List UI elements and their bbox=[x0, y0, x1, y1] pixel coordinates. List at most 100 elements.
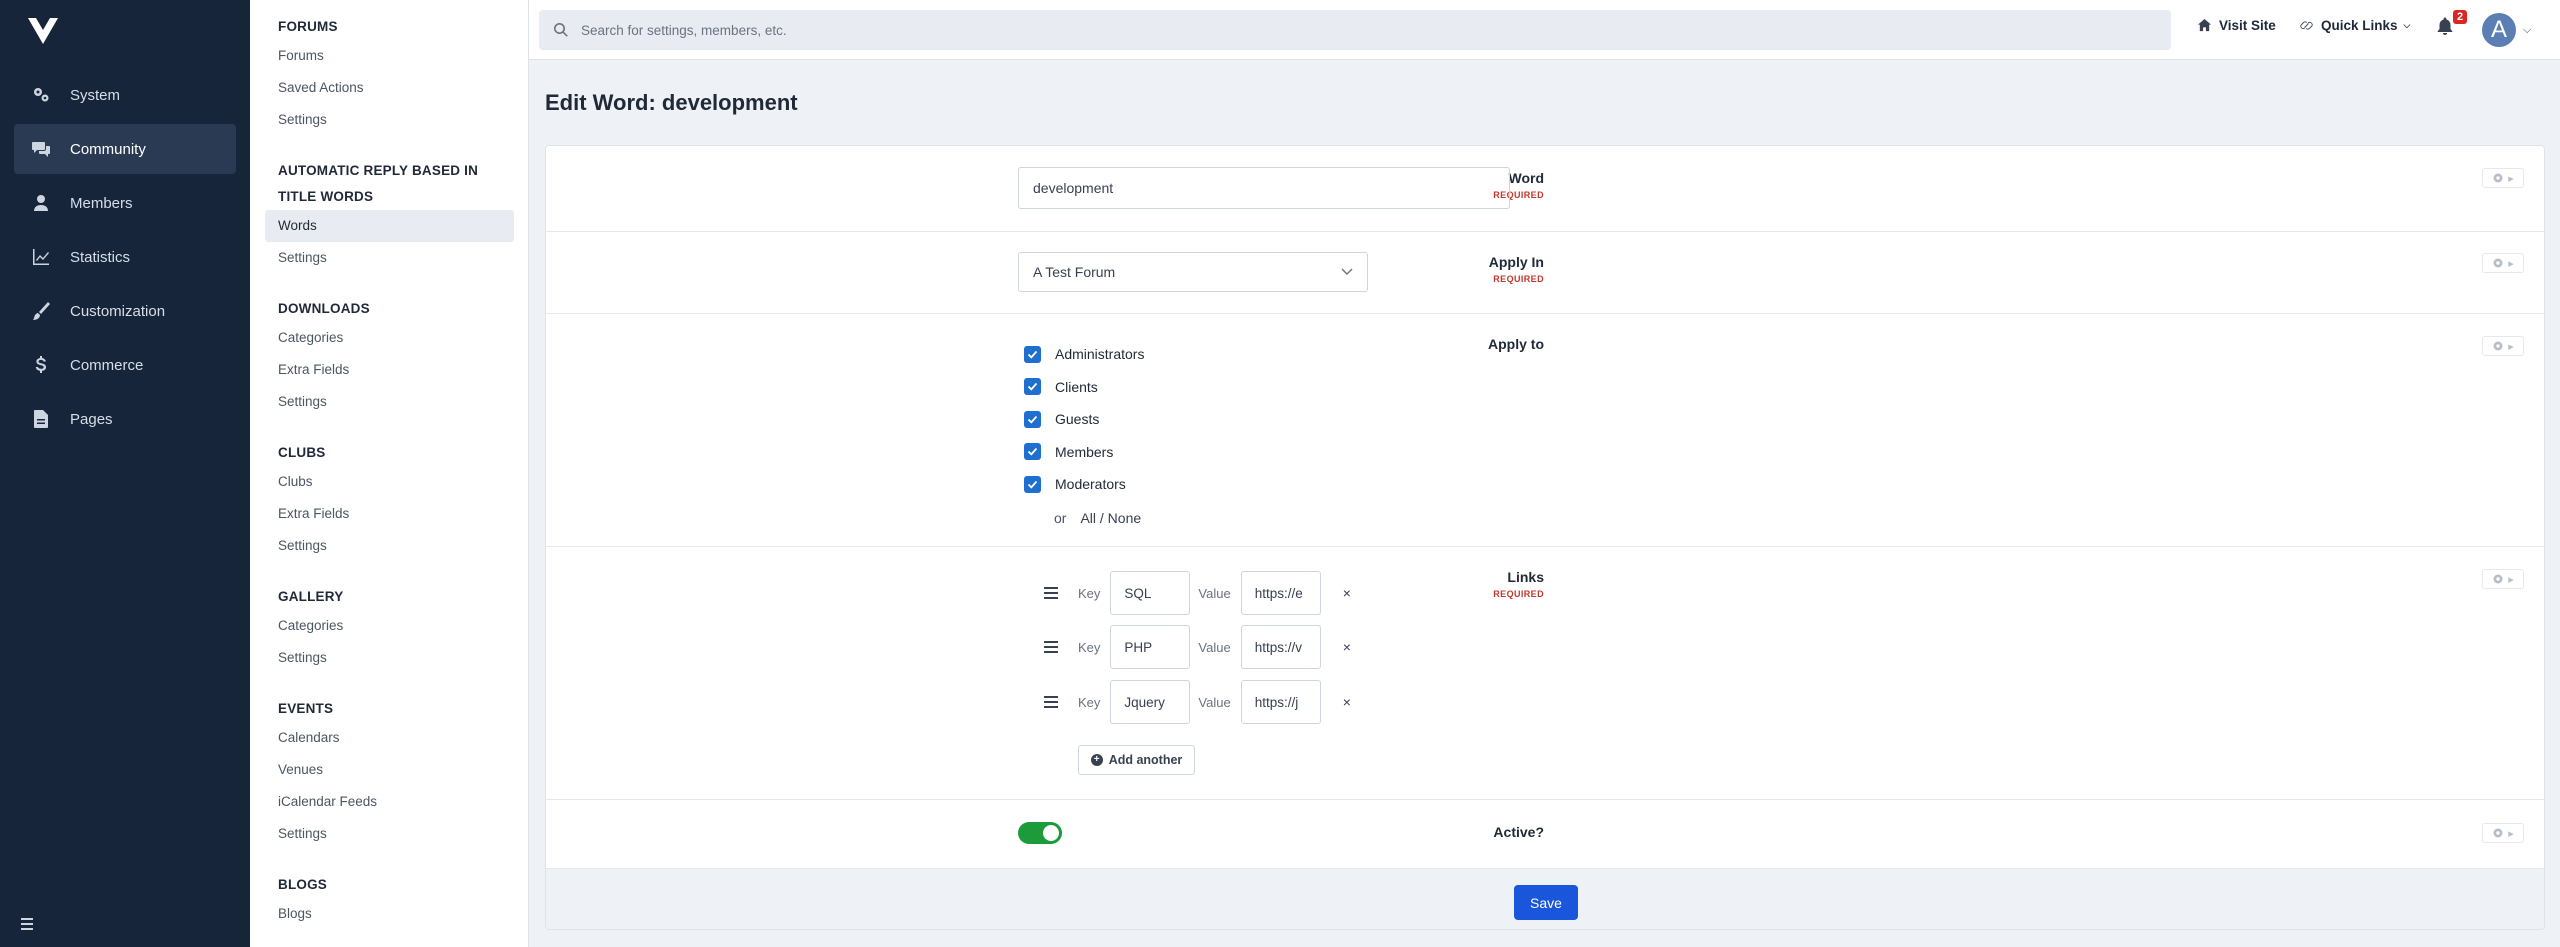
apply-to-checkbox-list: Administrators Clients Guests Members Mo… bbox=[1024, 338, 1144, 501]
row-options-button[interactable]: ▸ bbox=[2482, 823, 2524, 843]
gear-icon bbox=[2493, 258, 2503, 268]
user-icon bbox=[30, 192, 52, 214]
submenu-group-clubs: CLUBS Clubs Extra Fields Settings bbox=[265, 440, 514, 562]
submenu-item-words[interactable]: Words bbox=[265, 210, 514, 242]
quick-links-menu[interactable]: Quick Links ⌵ bbox=[2299, 18, 2410, 33]
rail-item-customization[interactable]: Customization bbox=[14, 286, 236, 336]
submenu-item[interactable]: Settings bbox=[265, 386, 514, 418]
active-toggle[interactable] bbox=[1018, 822, 1062, 844]
rail-item-label: System bbox=[70, 86, 121, 104]
checkbox-checked[interactable] bbox=[1024, 475, 1041, 493]
submenu-item[interactable]: iCalendar Feeds bbox=[265, 786, 514, 818]
check-icon bbox=[1027, 350, 1038, 359]
add-another-label: Add another bbox=[1108, 753, 1183, 767]
submenu-item[interactable]: Settings bbox=[265, 242, 514, 274]
gear-icon bbox=[2493, 574, 2503, 584]
submenu-group-title: CLUBS bbox=[278, 445, 326, 460]
value-label: Value bbox=[1198, 639, 1231, 655]
drag-handle-icon[interactable] bbox=[1044, 641, 1058, 653]
check-icon bbox=[1027, 415, 1038, 424]
or-text: or bbox=[1054, 510, 1067, 526]
submenu-item[interactable]: Categories bbox=[265, 610, 514, 642]
value-label: Value bbox=[1198, 585, 1231, 601]
word-input[interactable]: development bbox=[1018, 167, 1510, 209]
link-value-input[interactable]: https://j bbox=[1240, 680, 1321, 724]
remove-link-button[interactable]: × bbox=[1343, 694, 1351, 710]
link-icon bbox=[2300, 21, 2313, 30]
submenu-item[interactable]: Blogs bbox=[265, 898, 514, 930]
word-label-text: Word bbox=[1508, 170, 1544, 186]
submenu-item[interactable]: Saved Actions bbox=[265, 72, 514, 104]
collapse-menu-icon[interactable] bbox=[20, 917, 38, 931]
rail-item-community[interactable]: Community bbox=[14, 124, 236, 174]
rail-item-pages[interactable]: Pages bbox=[14, 394, 236, 444]
checkbox-moderators[interactable]: Moderators bbox=[1024, 468, 1144, 501]
submenu-group-gallery: GALLERY Categories Settings bbox=[265, 584, 514, 674]
link-value-input[interactable]: https://e bbox=[1240, 571, 1321, 615]
checkbox-checked[interactable] bbox=[1024, 443, 1041, 461]
links-label: Links REQUIRED bbox=[1493, 569, 1544, 599]
app-logo[interactable] bbox=[26, 14, 60, 48]
chevron-down-icon[interactable]: ⌵ bbox=[2523, 24, 2531, 37]
checkbox-clients[interactable]: Clients bbox=[1024, 371, 1144, 404]
line-chart-icon bbox=[30, 246, 52, 268]
row-options-button[interactable]: ▸ bbox=[2482, 168, 2524, 188]
global-search[interactable] bbox=[539, 10, 2171, 50]
submenu-item[interactable]: Extra Fields bbox=[265, 498, 514, 530]
rail-item-label: Customization bbox=[70, 302, 166, 320]
submenu-group-title: BLOGS bbox=[278, 877, 328, 892]
checkbox-checked[interactable] bbox=[1024, 378, 1041, 396]
submenu-item[interactable]: Forums bbox=[265, 40, 514, 72]
main-navigation-rail: System Community Members Statistics Cust… bbox=[0, 0, 250, 947]
rail-item-statistics[interactable]: Statistics bbox=[14, 232, 236, 282]
add-another-button[interactable]: + Add another bbox=[1078, 745, 1195, 775]
user-avatar[interactable]: A bbox=[2482, 13, 2516, 47]
submenu-item[interactable]: Settings bbox=[265, 642, 514, 674]
submenu-item[interactable]: Venues bbox=[265, 754, 514, 786]
visit-site-link[interactable]: Visit Site bbox=[2197, 18, 2276, 33]
checkbox-guests[interactable]: Guests bbox=[1024, 403, 1144, 436]
gear-icon bbox=[2493, 828, 2503, 838]
submenu-item[interactable]: Categories bbox=[265, 322, 514, 354]
checkbox-checked[interactable] bbox=[1024, 345, 1041, 363]
save-button[interactable]: Save bbox=[1514, 885, 1578, 920]
submenu-item[interactable]: Clubs bbox=[265, 466, 514, 498]
checkbox-administrators[interactable]: Administrators bbox=[1024, 338, 1144, 371]
all-none-link[interactable]: All / None bbox=[1080, 510, 1141, 526]
apply-in-select[interactable]: A Test Forum bbox=[1018, 252, 1368, 292]
remove-link-button[interactable]: × bbox=[1343, 585, 1351, 601]
link-key-input[interactable]: SQL bbox=[1110, 571, 1191, 615]
drag-handle-icon[interactable] bbox=[1044, 587, 1058, 599]
link-key-input[interactable]: PHP bbox=[1110, 625, 1191, 669]
checkbox-members[interactable]: Members bbox=[1024, 436, 1144, 469]
submenu-group-title: EVENTS bbox=[278, 701, 334, 716]
row-options-button[interactable]: ▸ bbox=[2482, 336, 2524, 356]
check-icon bbox=[1027, 383, 1038, 391]
drag-handle-icon[interactable] bbox=[1044, 696, 1058, 708]
check-icon bbox=[1027, 448, 1038, 456]
rail-item-commerce[interactable]: Commerce bbox=[14, 340, 236, 390]
checkbox-checked[interactable] bbox=[1024, 410, 1041, 428]
link-key-input[interactable]: Jquery bbox=[1110, 680, 1191, 724]
file-icon bbox=[30, 408, 52, 430]
notification-count-badge: 2 bbox=[2453, 10, 2468, 24]
dollar-icon bbox=[30, 354, 52, 376]
submenu-item[interactable]: Settings bbox=[265, 818, 514, 850]
apply-in-label-text: Apply In bbox=[1488, 254, 1544, 270]
home-icon bbox=[2197, 18, 2212, 32]
select-all-none: or All / None bbox=[1054, 510, 1141, 526]
rail-item-system[interactable]: System bbox=[14, 70, 236, 120]
submenu-item[interactable]: Calendars bbox=[265, 722, 514, 754]
remove-link-button[interactable]: × bbox=[1343, 639, 1351, 655]
row-options-button[interactable]: ▸ bbox=[2482, 569, 2524, 589]
submenu-item[interactable]: Settings bbox=[265, 530, 514, 562]
submenu-item[interactable]: Settings bbox=[265, 104, 514, 136]
toggle-knob bbox=[1043, 825, 1059, 841]
search-input[interactable] bbox=[581, 22, 2081, 38]
rail-item-members[interactable]: Members bbox=[14, 178, 236, 228]
submenu-item[interactable]: Extra Fields bbox=[265, 354, 514, 386]
link-value-input[interactable]: https://v bbox=[1240, 625, 1321, 669]
submenu-group-blogs: BLOGS Blogs bbox=[265, 872, 514, 930]
row-options-button[interactable]: ▸ bbox=[2482, 253, 2524, 273]
gear-icon bbox=[2493, 173, 2503, 183]
